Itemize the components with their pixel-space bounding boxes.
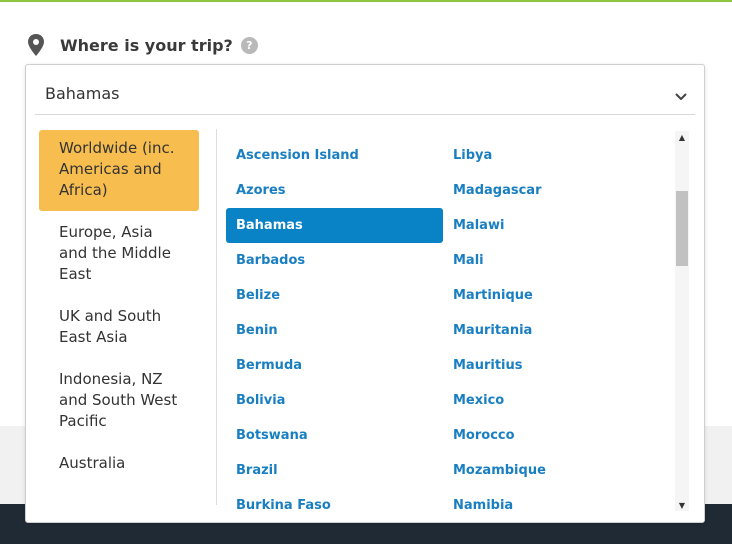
column-divider xyxy=(216,129,217,505)
map-pin-icon xyxy=(27,34,45,56)
country-option[interactable]: Mozambique xyxy=(443,453,660,488)
country-option[interactable]: Benin xyxy=(226,313,443,348)
scroll-down-arrow-icon[interactable]: ▼ xyxy=(675,499,689,511)
country-option[interactable]: Libya xyxy=(443,138,660,173)
chevron-down-icon[interactable] xyxy=(675,87,687,100)
country-option[interactable]: Azores xyxy=(226,173,443,208)
trip-location-question: Where is your trip? ? xyxy=(27,30,258,60)
region-list: Worldwide (inc. Americas and Africa) Euro… xyxy=(39,130,203,487)
country-column-right: Libya Madagascar Malawi Mali Martinique Mauri… xyxy=(443,138,660,515)
region-item[interactable]: Australia xyxy=(39,445,199,484)
scroll-up-arrow-icon[interactable]: ▲ xyxy=(675,131,689,143)
country-option[interactable]: Ascension Island xyxy=(226,138,443,173)
country-option[interactable]: Mauritania xyxy=(443,313,660,348)
destination-select-value: Bahamas xyxy=(45,84,120,103)
country-option[interactable]: Brazil xyxy=(226,453,443,488)
destination-select[interactable]: Bahamas xyxy=(35,71,695,115)
country-option[interactable]: Barbados xyxy=(226,243,443,278)
country-option[interactable]: Belize xyxy=(226,278,443,313)
country-option[interactable]: Mexico xyxy=(443,383,660,418)
destination-dropdown-panel: Bahamas Worldwide (inc. Americas and Afr… xyxy=(25,64,705,523)
top-accent-line xyxy=(0,0,732,2)
region-item[interactable]: Europe, Asia and the Middle East xyxy=(39,214,199,295)
country-option[interactable]: Burkina Faso xyxy=(226,488,443,515)
region-item[interactable]: UK and South East Asia xyxy=(39,298,199,358)
question-label: Where is your trip? xyxy=(60,35,233,55)
region-item[interactable]: Indonesia, NZ and South West Pacific xyxy=(39,361,199,442)
country-option[interactable]: Malawi xyxy=(443,208,660,243)
country-option[interactable]: Botswana xyxy=(226,418,443,453)
scroll-thumb[interactable] xyxy=(676,191,688,266)
country-option[interactable]: Bahamas xyxy=(226,208,443,243)
country-option[interactable]: Bolivia xyxy=(226,383,443,418)
question-circle-icon[interactable]: ? xyxy=(240,36,258,54)
country-column-left: Ascension Island Azores Bahamas Barbados Bel… xyxy=(226,138,443,515)
country-option[interactable]: Morocco xyxy=(443,418,660,453)
country-list: Ascension Island Azores Bahamas Barbados Bel… xyxy=(226,135,660,515)
country-option[interactable]: Bermuda xyxy=(226,348,443,383)
country-option[interactable]: Mauritius xyxy=(443,348,660,383)
country-option[interactable]: Mali xyxy=(443,243,660,278)
country-list-scrollbar[interactable]: ▲ ▼ xyxy=(675,131,689,511)
region-item[interactable]: Worldwide (inc. Americas and Africa) xyxy=(39,130,199,211)
country-option[interactable]: Namibia xyxy=(443,488,660,515)
country-option[interactable]: Martinique xyxy=(443,278,660,313)
country-option[interactable]: Madagascar xyxy=(443,173,660,208)
